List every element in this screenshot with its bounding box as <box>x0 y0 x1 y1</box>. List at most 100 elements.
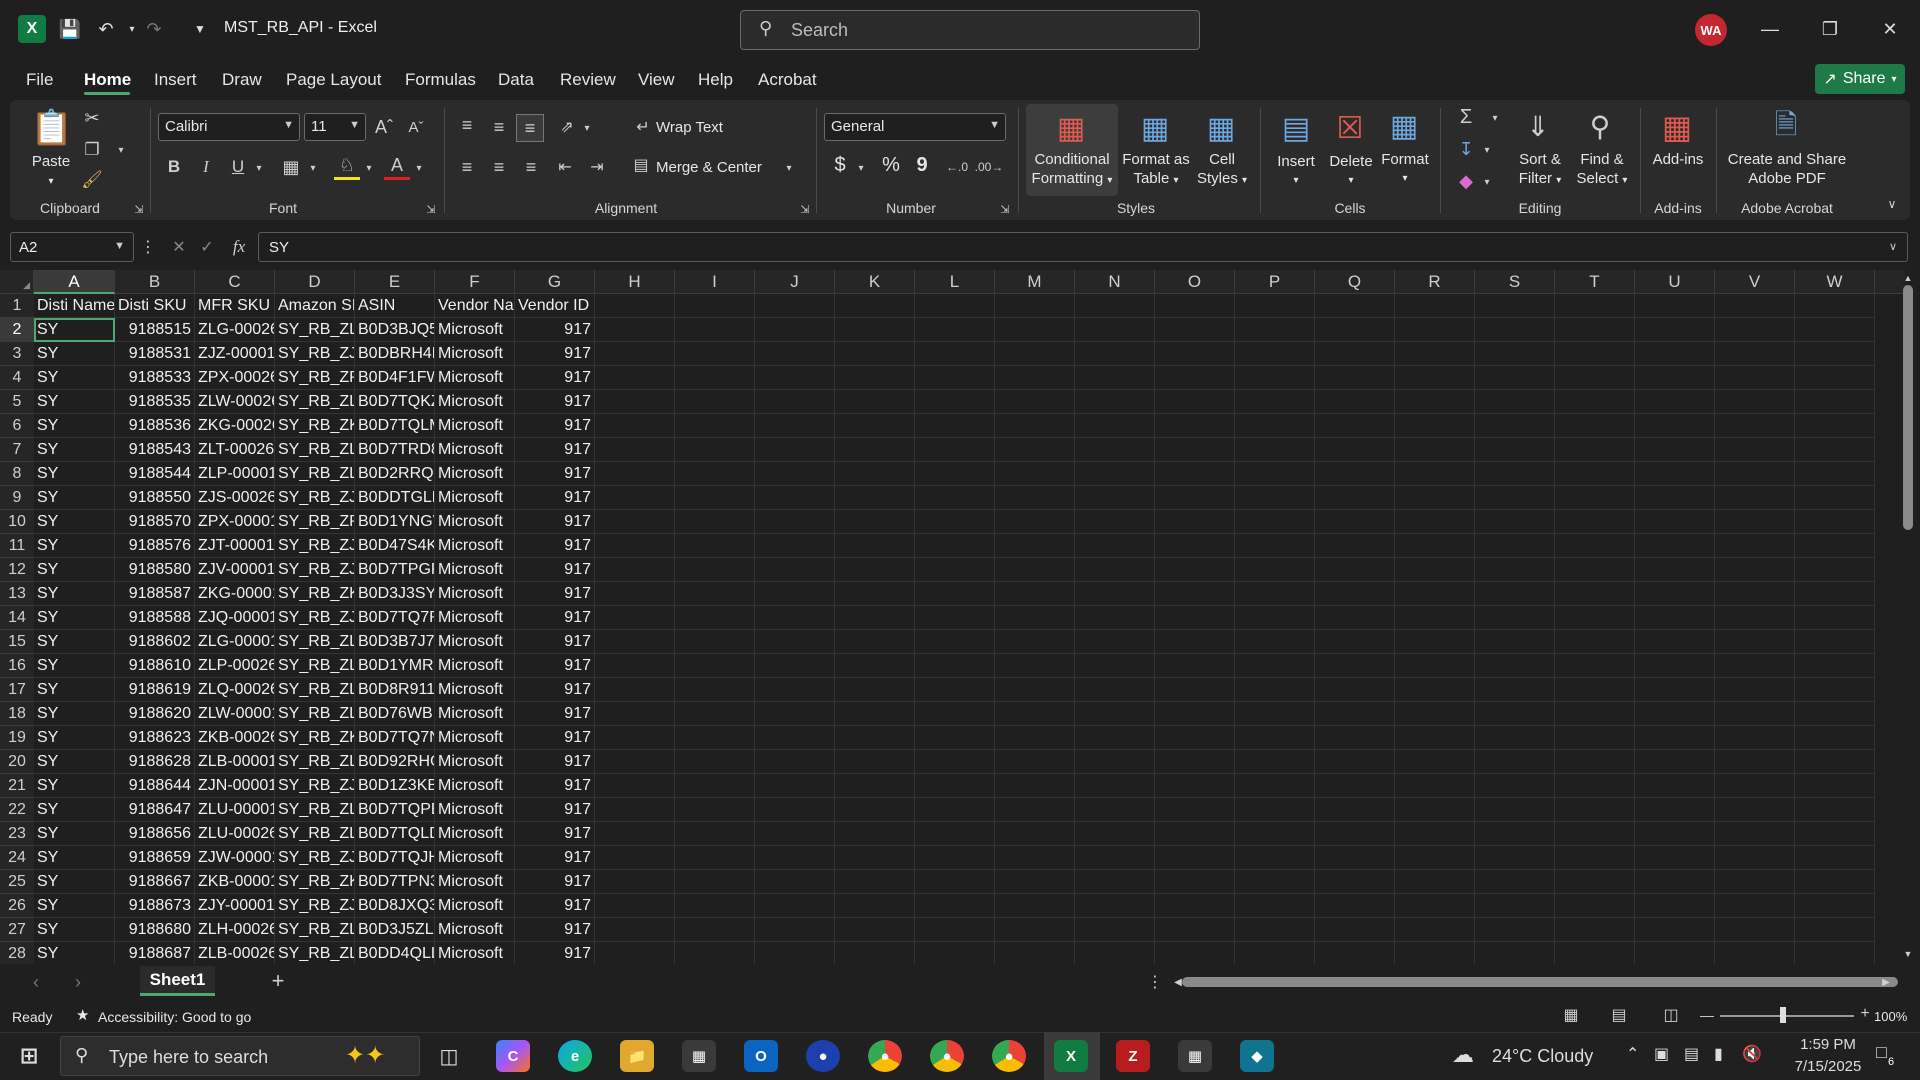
table-cell[interactable] <box>675 510 755 534</box>
header-cell[interactable]: MFR SKU <box>195 294 275 318</box>
table-cell[interactable] <box>835 726 915 750</box>
table-cell[interactable]: ZJS-00026 <box>195 486 275 510</box>
alignment-launcher-icon[interactable]: ⇲ <box>798 202 812 216</box>
system-tray-chevron-icon[interactable]: ⌃ <box>1626 1044 1639 1064</box>
table-cell[interactable] <box>1395 510 1475 534</box>
table-cell[interactable] <box>1075 870 1155 894</box>
table-cell[interactable] <box>915 438 995 462</box>
table-cell[interactable] <box>915 774 995 798</box>
table-cell[interactable] <box>995 894 1075 918</box>
header-cell[interactable] <box>1395 294 1475 318</box>
table-cell[interactable]: ZLG-00026 <box>195 318 275 342</box>
increase-indent-icon[interactable]: ⇥ <box>584 154 610 180</box>
table-cell[interactable]: 917 <box>515 486 595 510</box>
autosum-icon[interactable]: Σ <box>1454 104 1478 130</box>
table-cell[interactable] <box>1715 822 1795 846</box>
table-cell[interactable] <box>995 750 1075 774</box>
table-cell[interactable]: 9188667 <box>115 870 195 894</box>
table-cell[interactable]: B0DD4QLL <box>355 942 435 964</box>
table-cell[interactable] <box>675 438 755 462</box>
table-cell[interactable] <box>835 438 915 462</box>
table-cell[interactable] <box>1155 438 1235 462</box>
table-cell[interactable] <box>1235 774 1315 798</box>
table-cell[interactable] <box>675 894 755 918</box>
table-cell[interactable] <box>995 486 1075 510</box>
table-cell[interactable]: Microsoft <box>435 918 515 942</box>
table-cell[interactable] <box>1235 630 1315 654</box>
table-cell[interactable] <box>835 318 915 342</box>
fill-dropdown-icon[interactable]: ▾ <box>362 158 376 178</box>
table-cell[interactable] <box>1475 366 1555 390</box>
file-explorer-icon[interactable]: 📁 <box>620 1040 654 1072</box>
row-header[interactable]: 17 <box>0 678 34 702</box>
table-cell[interactable] <box>1715 798 1795 822</box>
table-cell[interactable] <box>915 726 995 750</box>
clipboard-launcher-icon[interactable]: ⇲ <box>132 202 146 216</box>
windows-start-icon[interactable]: ⊞ <box>12 1040 46 1072</box>
table-cell[interactable]: B0D7TPGF <box>355 558 435 582</box>
table-cell[interactable] <box>595 654 675 678</box>
increase-font-icon[interactable]: Aˆ <box>372 114 396 140</box>
table-cell[interactable] <box>595 414 675 438</box>
name-box[interactable]: A2 ▼ <box>10 232 134 262</box>
table-cell[interactable] <box>1795 750 1875 774</box>
table-cell[interactable] <box>755 822 835 846</box>
table-cell[interactable] <box>1075 414 1155 438</box>
table-cell[interactable] <box>1155 894 1235 918</box>
table-cell[interactable]: Microsoft <box>435 462 515 486</box>
table-cell[interactable] <box>755 678 835 702</box>
table-cell[interactable] <box>1635 726 1715 750</box>
row-header[interactable]: 26 <box>0 894 34 918</box>
table-cell[interactable]: SY <box>34 822 115 846</box>
table-cell[interactable] <box>915 822 995 846</box>
table-cell[interactable] <box>1555 534 1635 558</box>
table-cell[interactable]: 9188515 <box>115 318 195 342</box>
table-cell[interactable]: 9188628 <box>115 750 195 774</box>
table-cell[interactable] <box>1715 894 1795 918</box>
row-header[interactable]: 21 <box>0 774 34 798</box>
table-cell[interactable] <box>1075 750 1155 774</box>
page-layout-view-icon[interactable]: ▤ <box>1608 1004 1630 1026</box>
table-cell[interactable] <box>595 870 675 894</box>
table-cell[interactable] <box>995 726 1075 750</box>
table-cell[interactable]: 917 <box>515 534 595 558</box>
table-cell[interactable]: 9188533 <box>115 366 195 390</box>
column-header[interactable]: H <box>595 270 675 294</box>
table-cell[interactable] <box>1315 798 1395 822</box>
table-cell[interactable] <box>1235 510 1315 534</box>
zoom-slider[interactable] <box>1720 1015 1854 1017</box>
table-cell[interactable]: 9188535 <box>115 390 195 414</box>
horizontal-scrollbar[interactable] <box>1182 977 1898 987</box>
tab-file[interactable]: File <box>26 70 53 90</box>
table-cell[interactable]: Microsoft <box>435 414 515 438</box>
table-cell[interactable] <box>835 918 915 942</box>
tab-acrobat[interactable]: Acrobat <box>758 70 817 90</box>
table-cell[interactable] <box>1635 798 1715 822</box>
table-cell[interactable] <box>835 798 915 822</box>
table-cell[interactable] <box>835 558 915 582</box>
table-cell[interactable] <box>1075 702 1155 726</box>
merge-dropdown-icon[interactable]: ▾ <box>782 158 796 178</box>
table-cell[interactable] <box>1635 654 1715 678</box>
table-cell[interactable] <box>1475 606 1555 630</box>
row-header[interactable]: 6 <box>0 414 34 438</box>
table-cell[interactable] <box>1475 942 1555 964</box>
table-cell[interactable]: 917 <box>515 342 595 366</box>
table-cell[interactable] <box>1795 438 1875 462</box>
table-cell[interactable] <box>1235 918 1315 942</box>
column-header[interactable]: P <box>1235 270 1315 294</box>
table-cell[interactable] <box>1635 342 1715 366</box>
table-cell[interactable] <box>1555 318 1635 342</box>
table-cell[interactable] <box>1555 510 1635 534</box>
chrome-icon[interactable]: ● <box>868 1040 902 1072</box>
table-cell[interactable] <box>1795 582 1875 606</box>
increase-decimal-icon[interactable]: ←.0 <box>944 154 970 180</box>
table-cell[interactable] <box>915 390 995 414</box>
table-cell[interactable]: SY <box>34 798 115 822</box>
table-cell[interactable]: B0D7TQ7N <box>355 726 435 750</box>
header-cell[interactable] <box>675 294 755 318</box>
table-cell[interactable]: 9188588 <box>115 606 195 630</box>
table-cell[interactable] <box>595 606 675 630</box>
header-cell[interactable]: Disti SKU <box>115 294 195 318</box>
table-cell[interactable] <box>755 438 835 462</box>
